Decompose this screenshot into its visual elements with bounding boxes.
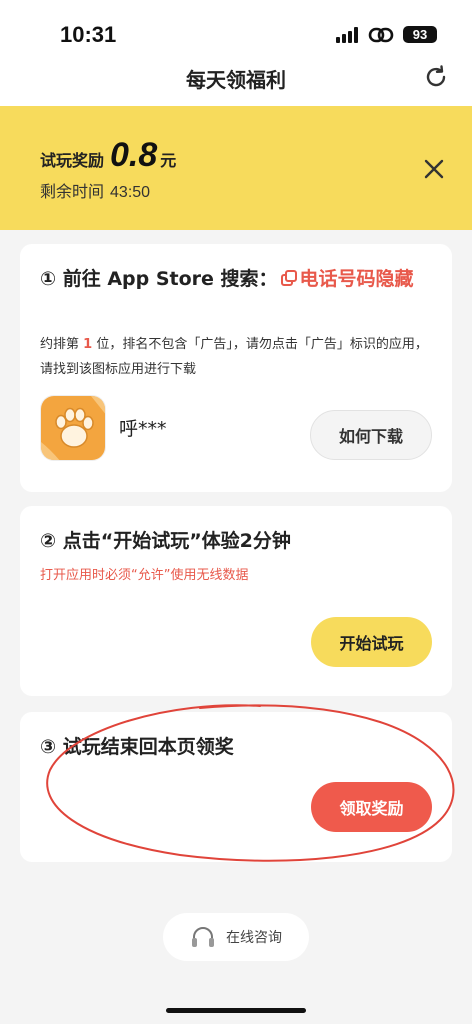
reward-banner: 试玩奖励 0.8 元 剩余时间 43:50	[0, 106, 472, 230]
app-icon	[40, 395, 106, 461]
reward-line: 试玩奖励 0.8 元	[40, 136, 176, 175]
headset-icon	[192, 927, 214, 947]
remaining-time-value: 43:50	[110, 184, 151, 201]
step2-title: ② 点击“开始试玩”体验2分钟	[40, 530, 291, 552]
remaining-time-label: 剩余时间	[40, 182, 105, 201]
step3-card: ③ 试玩结束回本页领奖 领取奖励	[20, 712, 452, 862]
claim-reward-button[interactable]: 领取奖励	[311, 782, 432, 832]
copy-icon	[280, 270, 297, 286]
how-to-download-button[interactable]: 如何下载	[310, 410, 432, 460]
link-icon	[368, 27, 394, 43]
step1-rank: 1	[83, 337, 93, 352]
page-title: 每天领福利	[186, 68, 286, 92]
start-trial-button[interactable]: 开始试玩	[311, 617, 432, 667]
online-consult-button[interactable]: 在线咨询	[163, 913, 309, 961]
remaining-time: 剩余时间 43:50	[40, 178, 150, 202]
reward-amount: 0.8	[110, 136, 158, 174]
nav-bar: 每天领福利	[0, 58, 472, 106]
step1-desc-a: 约排第	[40, 337, 84, 352]
search-keyword[interactable]: 电话号码隐藏	[300, 268, 414, 290]
step2-warning: 打开应用时必须“允许”使用无线数据	[40, 568, 249, 583]
step2-card: ② 点击“开始试玩”体验2分钟 打开应用时必须“允许”使用无线数据 开始试玩	[20, 506, 452, 696]
reward-unit: 元	[160, 151, 177, 170]
status-bar: 10:31 93	[0, 0, 472, 58]
refresh-icon[interactable]	[422, 63, 450, 91]
step3-title: ③ 试玩结束回本页领奖	[40, 736, 234, 758]
step1-desc-b: 位，排名不包含「广告」，请勿点击「广告」标识的应用，请找到该图标应用进行下载	[40, 337, 428, 377]
paw-icon	[41, 396, 105, 460]
status-time: 10:31	[60, 22, 117, 47]
search-keyword-link[interactable]: 电话号码隐藏	[278, 268, 414, 290]
close-icon[interactable]	[422, 157, 446, 181]
signal-icon	[336, 27, 358, 43]
step1-title-prefix: ① 前往 App Store 搜索：	[40, 268, 278, 290]
battery-indicator: 93	[403, 26, 437, 43]
reward-label: 试玩奖励	[40, 151, 105, 170]
home-indicator[interactable]	[166, 1008, 306, 1013]
online-consult-label: 在线咨询	[226, 930, 282, 946]
step1-description: 约排第 1 位，排名不包含「广告」，请勿点击「广告」标识的应用，请找到该图标应用…	[40, 332, 440, 382]
step1-card: ① 前往 App Store 搜索： 电话号码隐藏 约排第 1 位，排名不包含「广…	[20, 244, 452, 492]
app-name: 呼***	[119, 418, 167, 440]
step1-title: ① 前往 App Store 搜索： 电话号码隐藏	[40, 264, 440, 295]
